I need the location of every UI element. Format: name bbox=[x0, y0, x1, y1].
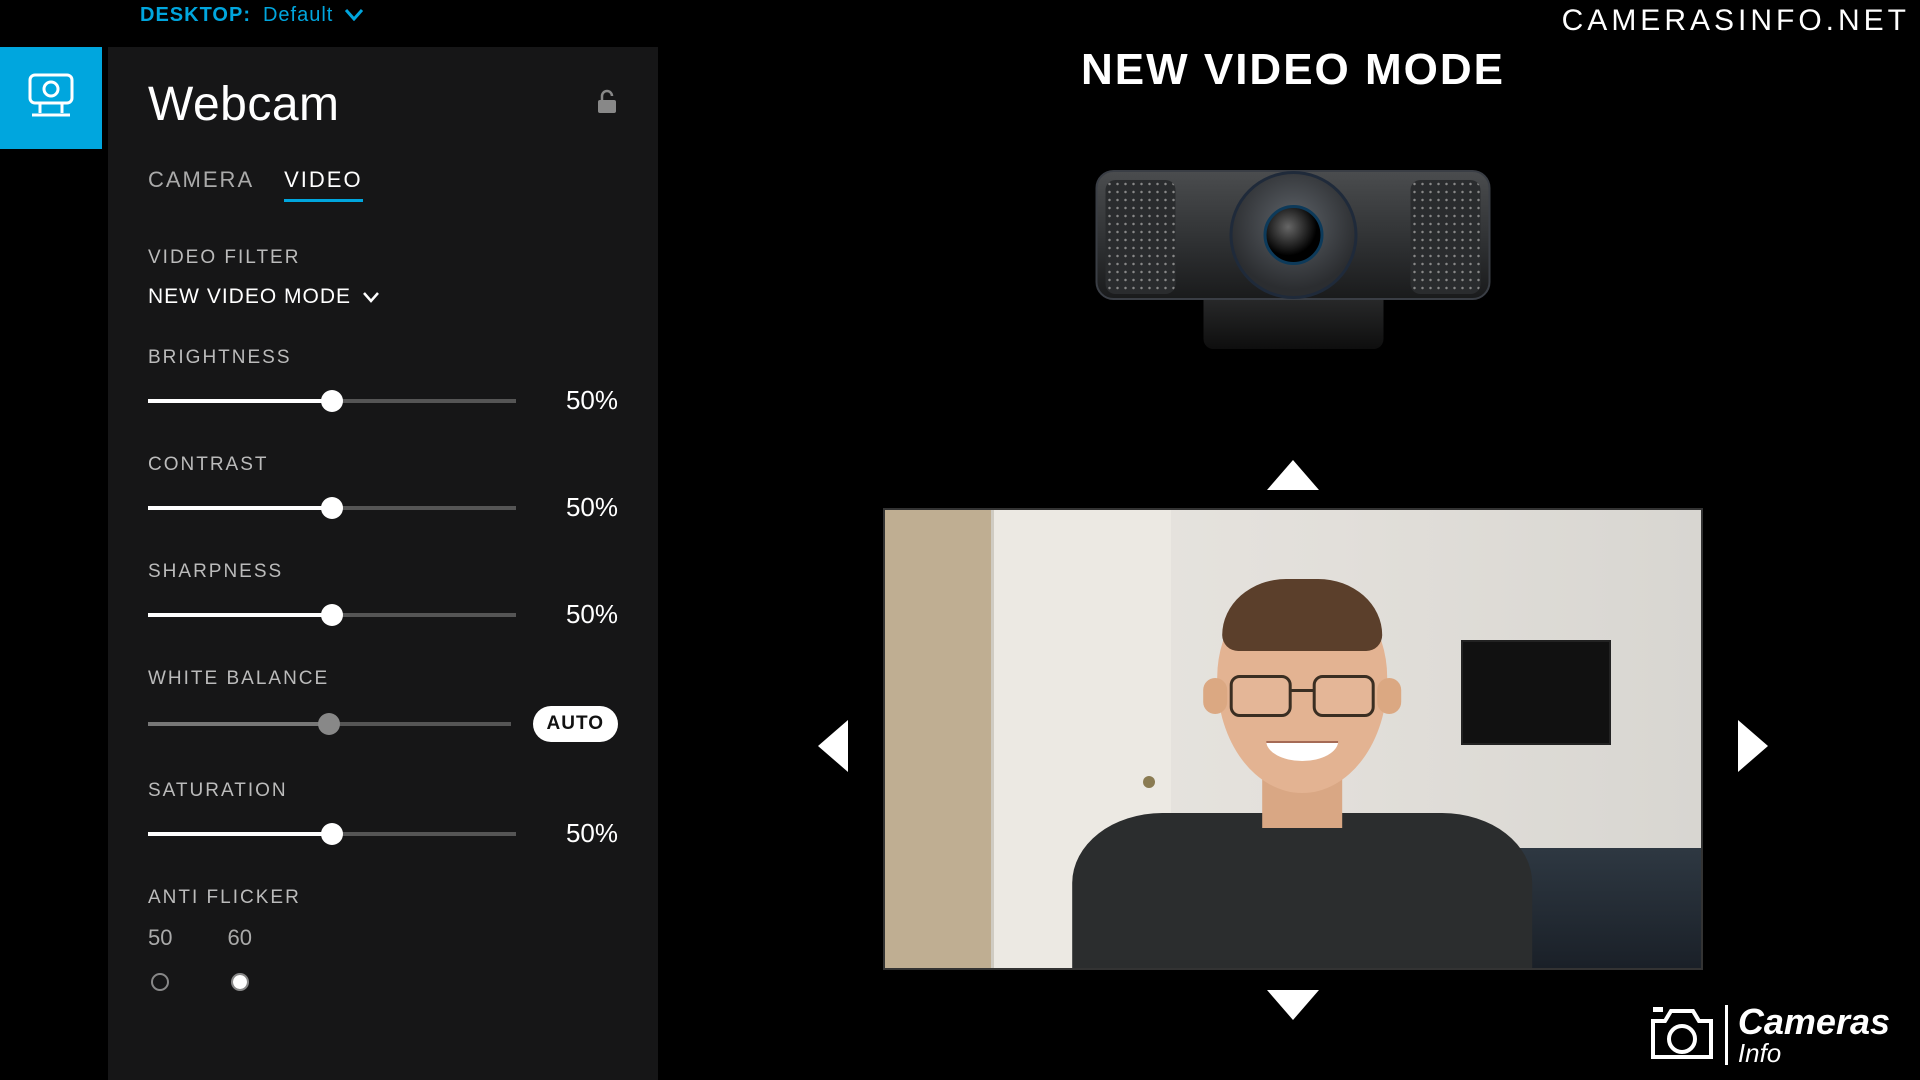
sharpness-label: SHARPNESS bbox=[148, 561, 618, 583]
chevron-down-icon bbox=[363, 285, 379, 309]
webcam-icon bbox=[26, 73, 76, 124]
anti-flicker-section: ANTI FLICKER 50 60 bbox=[148, 887, 618, 991]
contrast-slider[interactable] bbox=[148, 506, 516, 510]
saturation-slider[interactable] bbox=[148, 832, 516, 836]
settings-panel: Webcam CAMERA VIDEO VIDEO FILTER NEW VID… bbox=[108, 47, 658, 1080]
white-balance-auto-toggle[interactable]: AUTO bbox=[533, 706, 618, 742]
watermark-line1: Cameras bbox=[1738, 1004, 1890, 1040]
anti-flicker-60-label: 60 bbox=[227, 925, 251, 951]
brightness-value: 50% bbox=[538, 385, 618, 416]
tab-camera[interactable]: CAMERA bbox=[148, 167, 254, 202]
saturation-label: SATURATION bbox=[148, 780, 618, 802]
brightness-section: BRIGHTNESS 50% bbox=[148, 347, 618, 416]
sharpness-value: 50% bbox=[538, 599, 618, 630]
desktop-value: Default bbox=[263, 4, 333, 27]
white-balance-section: WHITE BALANCE AUTO bbox=[148, 668, 618, 742]
webcam-device-image bbox=[1096, 170, 1491, 345]
chevron-down-icon bbox=[345, 4, 363, 27]
tilt-down-button[interactable] bbox=[1267, 990, 1319, 1020]
video-filter-value: NEW VIDEO MODE bbox=[148, 285, 351, 309]
tab-video[interactable]: VIDEO bbox=[284, 167, 362, 202]
video-mode-title: NEW VIDEO MODE bbox=[1081, 45, 1505, 95]
lock-icon[interactable] bbox=[596, 89, 618, 120]
watermark-logo: Cameras Info bbox=[1649, 1004, 1890, 1066]
anti-flicker-label: ANTI FLICKER bbox=[148, 887, 618, 909]
watermark-line2: Info bbox=[1738, 1040, 1890, 1066]
watermark-text: CAMERASINFO.NET bbox=[1562, 4, 1910, 38]
radio-icon bbox=[231, 973, 249, 991]
sidebar-item-webcam[interactable] bbox=[0, 47, 102, 149]
panel-title: Webcam bbox=[148, 77, 340, 132]
radio-icon bbox=[151, 973, 169, 991]
brightness-label: BRIGHTNESS bbox=[148, 347, 618, 369]
pan-right-button[interactable] bbox=[1738, 720, 1768, 772]
video-filter-section: VIDEO FILTER NEW VIDEO MODE bbox=[148, 247, 618, 309]
tilt-up-button[interactable] bbox=[1267, 460, 1319, 490]
saturation-value: 50% bbox=[538, 818, 618, 849]
desktop-selector[interactable]: DESKTOP: Default bbox=[140, 4, 363, 27]
sharpness-section: SHARPNESS 50% bbox=[148, 561, 618, 630]
video-preview bbox=[883, 508, 1703, 970]
camera-icon bbox=[1649, 1005, 1715, 1066]
white-balance-slider[interactable] bbox=[148, 722, 511, 726]
anti-flicker-option-60[interactable]: 60 bbox=[227, 925, 251, 991]
white-balance-label: WHITE BALANCE bbox=[148, 668, 618, 690]
contrast-label: CONTRAST bbox=[148, 454, 618, 476]
anti-flicker-50-label: 50 bbox=[148, 925, 172, 951]
contrast-value: 50% bbox=[538, 492, 618, 523]
desktop-label: DESKTOP: bbox=[140, 4, 251, 27]
tabs: CAMERA VIDEO bbox=[148, 167, 618, 202]
contrast-section: CONTRAST 50% bbox=[148, 454, 618, 523]
pan-left-button[interactable] bbox=[818, 720, 848, 772]
brightness-slider[interactable] bbox=[148, 399, 516, 403]
video-filter-dropdown[interactable]: NEW VIDEO MODE bbox=[148, 285, 618, 309]
sharpness-slider[interactable] bbox=[148, 613, 516, 617]
video-filter-label: VIDEO FILTER bbox=[148, 247, 618, 269]
anti-flicker-option-50[interactable]: 50 bbox=[148, 925, 172, 991]
main-area: NEW VIDEO MODE CAMERASINFO.NET bbox=[666, 0, 1920, 1080]
saturation-section: SATURATION 50% bbox=[148, 780, 618, 849]
